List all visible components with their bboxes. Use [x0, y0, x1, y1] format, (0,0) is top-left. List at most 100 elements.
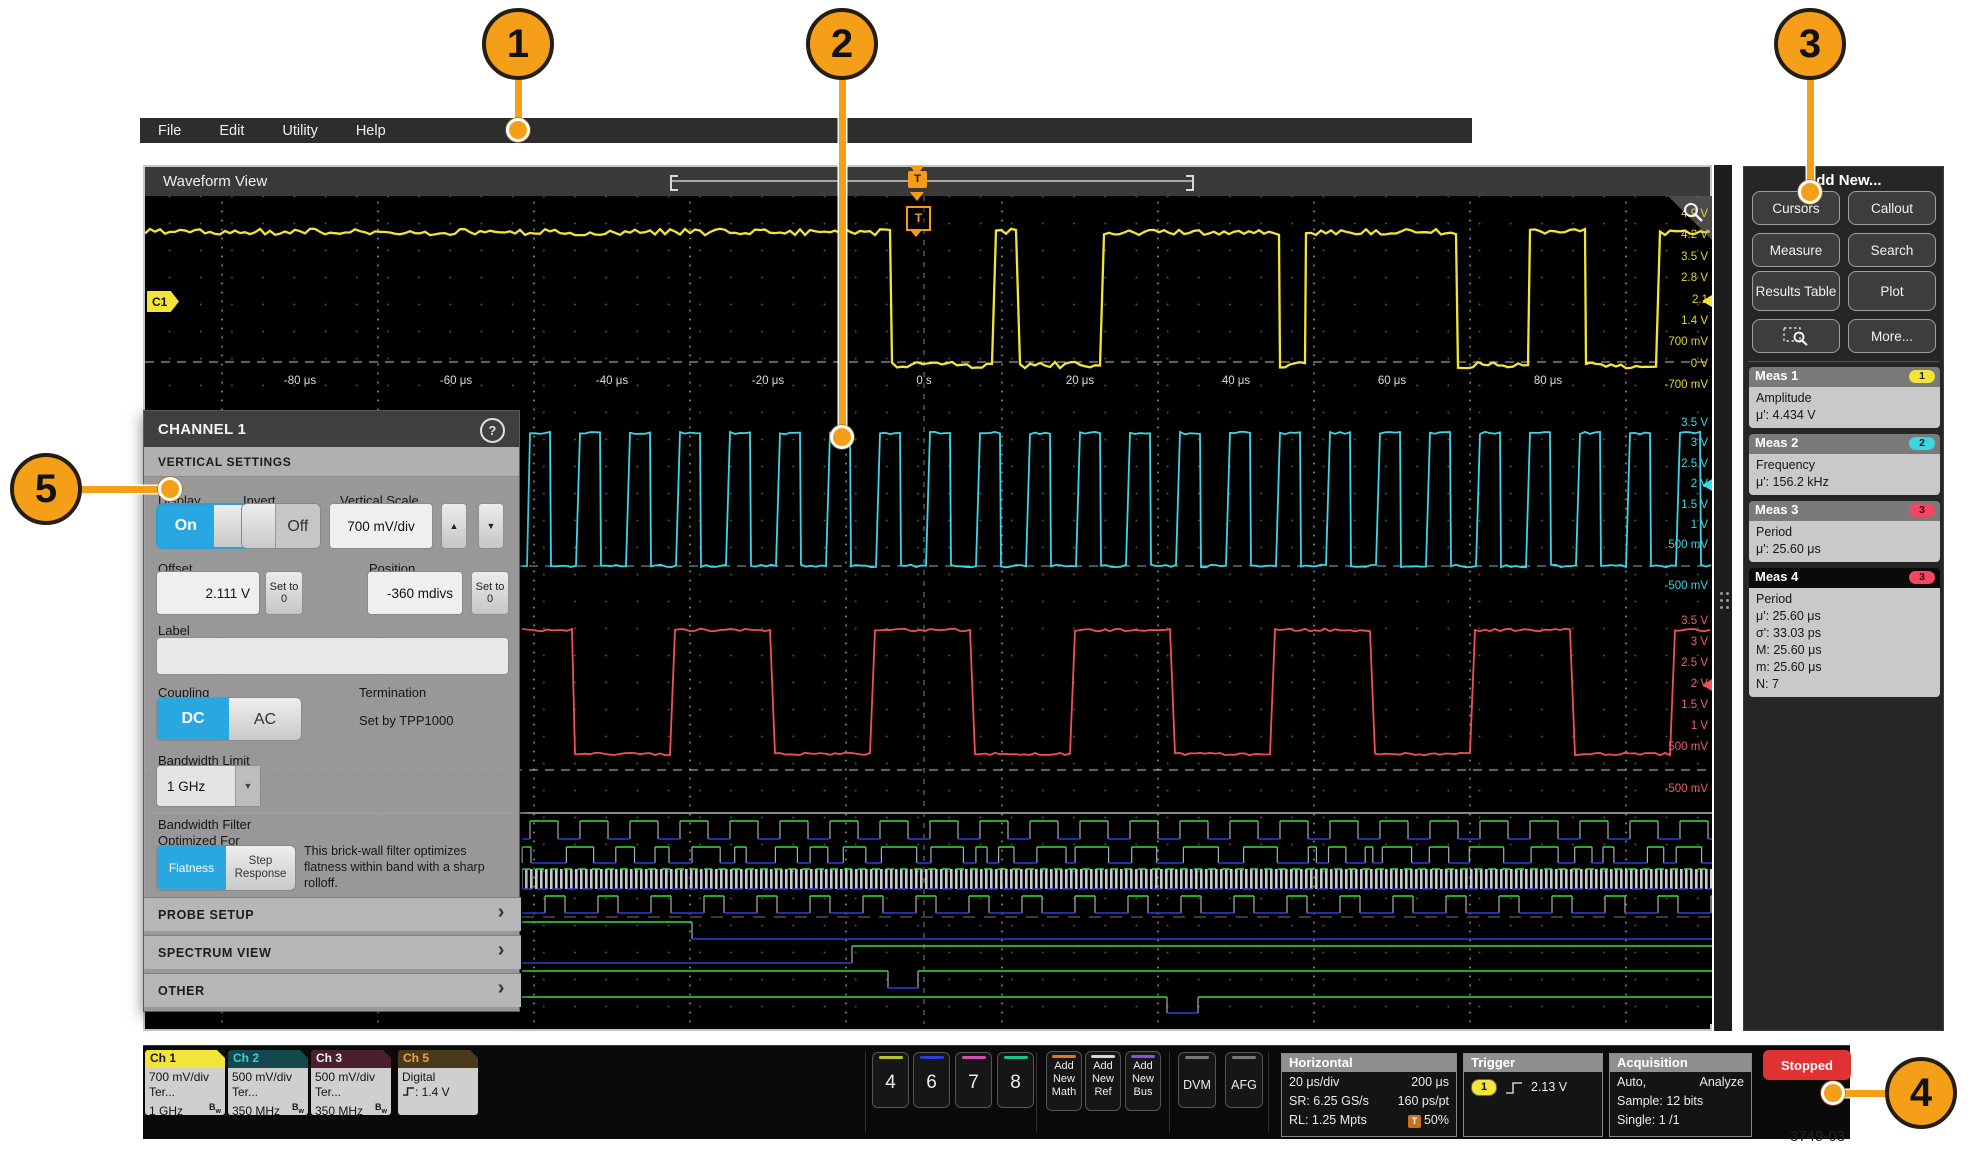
utility-label: DVM — [1183, 1077, 1211, 1092]
measurement-line: μ': 25.60 μs — [1756, 542, 1821, 556]
other-accordion[interactable]: OTHER › — [144, 973, 521, 1007]
callout-line-2 — [838, 80, 846, 438]
trace-ch-1 — [145, 227, 1711, 370]
acq-single: Single: 1 /1 — [1617, 1113, 1680, 1127]
menu-item-edit[interactable]: Edit — [219, 123, 244, 139]
channel-badge-body: 500 mV/div Ter... 350 MHz Bw — [311, 1068, 391, 1115]
add-new-bus-button[interactable]: Add New Bus — [1125, 1051, 1161, 1111]
measurement-body: Frequency μ': 156.2 kHz — [1749, 454, 1940, 495]
panel-splitter[interactable] — [1714, 165, 1732, 1031]
callout-3: 3 — [1774, 8, 1846, 80]
panel-divider — [1748, 361, 1939, 362]
position-input[interactable]: -360 mdivs — [367, 571, 463, 615]
offset-set-to-zero-button[interactable]: Set to 0 — [265, 571, 303, 615]
dialog-title-bar[interactable]: CHANNEL 1 ? — [144, 411, 519, 447]
channel-button-6[interactable]: 6 — [913, 1052, 950, 1108]
coupling-dc-button[interactable]: DC — [157, 698, 229, 740]
channel-button-8[interactable]: 8 — [997, 1052, 1034, 1108]
offset-input[interactable]: 2.111 V — [156, 571, 260, 615]
add-color-stripe — [1091, 1055, 1115, 1058]
channel-badge-ch1[interactable]: Ch 1 700 mV/div Ter... 1 GHz Bw — [145, 1050, 225, 1115]
stopped-button[interactable]: Stopped — [1763, 1050, 1851, 1080]
label-input[interactable] — [156, 637, 509, 675]
trigger-panel[interactable]: Trigger 1 2.13 V — [1463, 1053, 1603, 1137]
digital-edges-row6 — [887, 971, 919, 988]
add-button-line: New — [1131, 1073, 1154, 1085]
step-response-button[interactable]: Step Response — [226, 846, 295, 890]
utility-stripe — [1232, 1056, 1256, 1059]
acq-sample: Sample: 12 bits — [1617, 1094, 1704, 1108]
menu-item-file[interactable]: File — [158, 123, 181, 139]
channel-badge-ch3[interactable]: Ch 3 500 mV/div Ter... 350 MHz Bw — [311, 1050, 391, 1115]
statusbar-separator — [865, 1052, 866, 1132]
measurement-card-1[interactable]: Meas 1 1 Amplitude μ': 4.434 V — [1749, 367, 1940, 428]
zoom-mode-button[interactable] — [1752, 319, 1840, 353]
measurement-line: μ': 4.434 V — [1756, 408, 1816, 422]
record-length: RL: 1.25 Mpts — [1289, 1113, 1367, 1127]
measurement-line: Period — [1756, 525, 1793, 539]
coupling-segment[interactable]: DC AC — [156, 697, 302, 741]
splitter-grip-icon[interactable] — [1720, 592, 1723, 595]
channel-badge-body: 500 mV/div Ter... 350 MHz Bw — [228, 1068, 308, 1115]
position-set-to-zero-button[interactable]: Set to 0 — [471, 571, 509, 615]
coupling-ac-button[interactable]: AC — [229, 698, 301, 740]
bandwidth-dropdown[interactable]: 1 GHz ▼ — [156, 765, 261, 807]
waveform-view-tab[interactable]: Waveform View — [163, 173, 267, 190]
plot-button[interactable]: Plot — [1848, 271, 1936, 311]
spectrum-view-accordion[interactable]: SPECTRUM VIEW › — [144, 935, 521, 969]
menu-item-help[interactable]: Help — [356, 123, 386, 139]
add-new-ref-button[interactable]: Add New Ref — [1085, 1051, 1121, 1111]
add-new-math-button[interactable]: Add New Math — [1046, 1051, 1082, 1111]
search-button[interactable]: Search — [1848, 233, 1936, 267]
channel-button-7[interactable]: 7 — [955, 1052, 992, 1108]
bw-filter-segment[interactable]: Flatness Step Response — [156, 845, 296, 891]
sample-interval: 160 ps/pt — [1397, 1094, 1449, 1108]
measurement-line: N: 7 — [1756, 677, 1779, 691]
trigger-indicator-icon: T — [906, 206, 931, 231]
zoom-overview-ruler[interactable] — [670, 175, 1194, 191]
measurement-card-2[interactable]: Meas 2 2 Frequency μ': 156.2 kHz — [1749, 434, 1940, 495]
scale-up-button[interactable]: ▲ — [441, 503, 467, 549]
channel-button-4[interactable]: 4 — [872, 1052, 909, 1108]
cursors-button[interactable]: Cursors — [1752, 191, 1840, 225]
measurement-header: Meas 11 — [1749, 367, 1940, 387]
callout-button[interactable]: Callout — [1848, 191, 1936, 225]
acquisition-panel[interactable]: Acquisition Auto, Analyze Sample: 12 bits… — [1609, 1053, 1752, 1137]
channel-badge-body: Digital: 1.4 V — [398, 1068, 478, 1115]
other-label: OTHER — [158, 983, 205, 998]
bandwidth-limit-icon: Bw — [209, 1102, 221, 1115]
menu-item-utility[interactable]: Utility — [282, 123, 317, 139]
afg-button[interactable]: AFG — [1225, 1052, 1263, 1108]
channel-info-line: 500 mV/div — [315, 1070, 376, 1084]
measurement-card-4[interactable]: Meas 4 3 Period μ': 25.60 μs σ': 33.03 ps M: … — [1749, 568, 1940, 697]
horizontal-panel[interactable]: Horizontal 20 μs/div 200 μs SR: 6.25 GS/s… — [1281, 1053, 1457, 1137]
measurement-card-3[interactable]: Meas 3 3 Period μ': 25.60 μs — [1749, 501, 1940, 562]
results-table-button[interactable]: Results Table — [1752, 271, 1840, 311]
vertical-scale-input[interactable]: 700 mV/div — [329, 503, 433, 549]
digital-dense-band — [522, 869, 1712, 889]
corner-notch — [383, 1050, 391, 1058]
help-icon[interactable]: ? — [480, 418, 505, 443]
callout-4: 4 — [1885, 1057, 1957, 1129]
trigger-arrow-icon — [910, 192, 924, 201]
channel-badge-ch2[interactable]: Ch 2 500 mV/div Ter... 350 MHz Bw — [228, 1050, 308, 1115]
scale-down-button[interactable]: ▼ — [478, 503, 504, 549]
invert-toggle[interactable]: Off — [241, 503, 321, 549]
bw-filter-label-1: Bandwidth Filter — [158, 817, 252, 832]
add-button-line: New — [1052, 1073, 1075, 1085]
channel-badge-ch5[interactable]: Ch 5 Digital: 1.4 V — [398, 1050, 478, 1115]
measure-button[interactable]: Measure — [1752, 233, 1840, 267]
callout-line-5 — [80, 485, 170, 493]
digital-edges-row3 — [544, 896, 1712, 913]
display-toggle-on: On — [158, 505, 214, 547]
dvm-button[interactable]: DVM — [1178, 1052, 1216, 1108]
add-button-line: Bus — [1133, 1086, 1153, 1098]
more-button[interactable]: More... — [1848, 319, 1936, 353]
channel-badge-body: 700 mV/div Ter... 1 GHz Bw — [145, 1068, 225, 1115]
utility-stripe — [1185, 1056, 1209, 1059]
flatness-button[interactable]: Flatness — [157, 846, 226, 890]
callout-5: 5 — [10, 453, 82, 525]
probe-setup-accordion[interactable]: PROBE SETUP › — [144, 897, 521, 931]
channel-info-line: 350 MHz Bw — [232, 1100, 304, 1115]
callout-dot-1 — [506, 118, 530, 142]
